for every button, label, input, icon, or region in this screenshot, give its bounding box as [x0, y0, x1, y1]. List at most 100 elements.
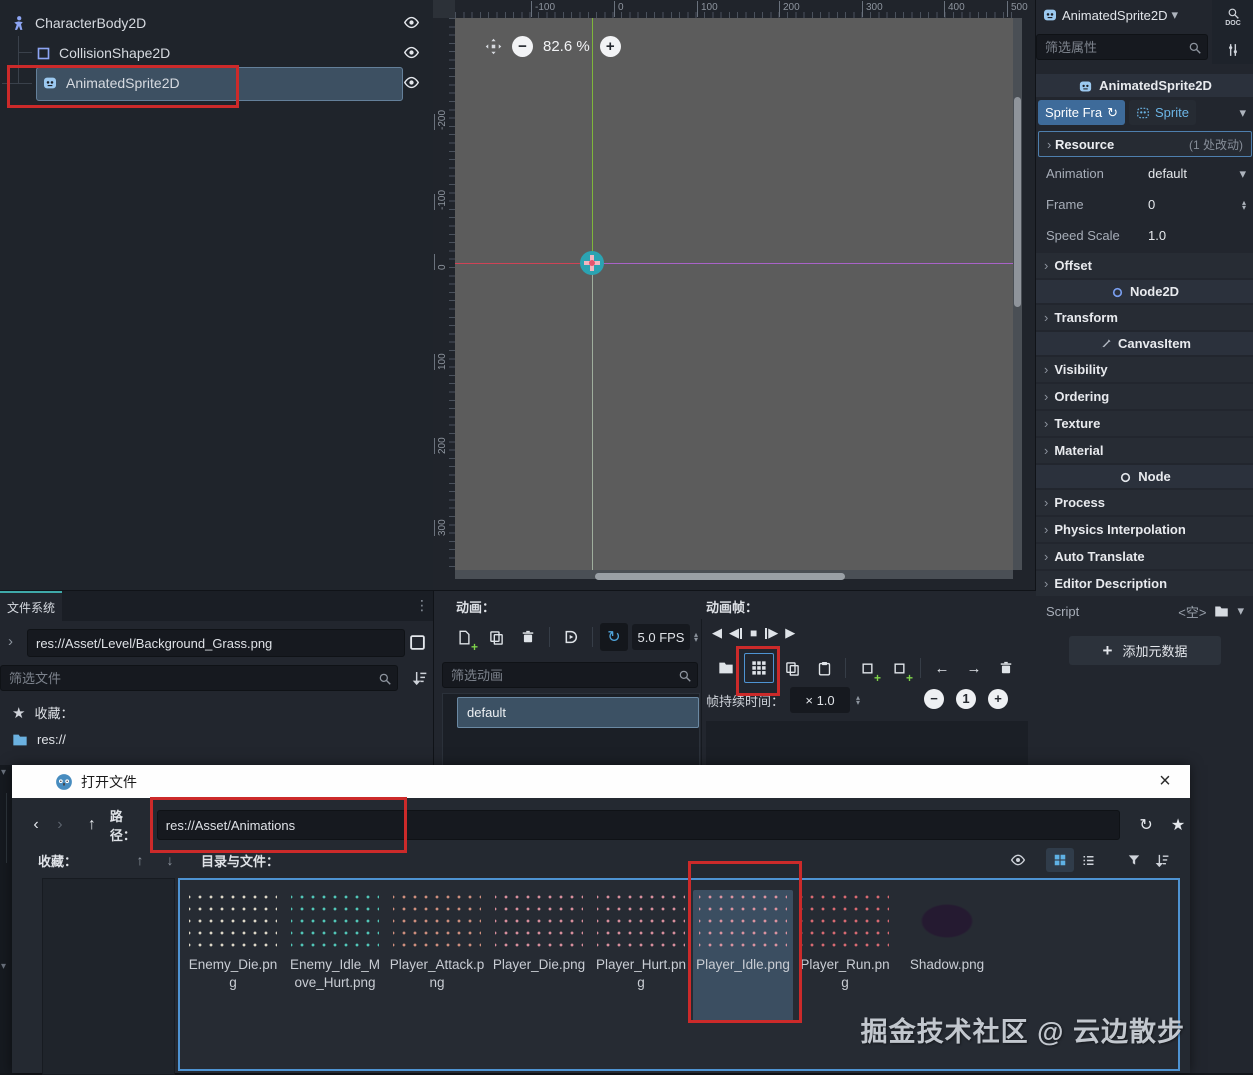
add-animation-icon[interactable]: +	[450, 623, 478, 653]
section-visibility[interactable]: › Visibility	[1036, 357, 1253, 382]
toggle-hidden-files-icon[interactable]	[1004, 848, 1032, 872]
file-item[interactable]: Player_Attack.png	[387, 890, 487, 992]
zoom-percentage[interactable]: 82.6 %	[543, 38, 590, 55]
move-frame-right-icon[interactable]: →	[960, 654, 988, 682]
file-item-selected[interactable]: Player_Idle.png	[693, 890, 793, 1022]
grid-view-icon[interactable]	[1046, 848, 1074, 872]
filter-funnel-icon[interactable]	[1120, 848, 1148, 872]
paste-frame-icon[interactable]	[810, 654, 838, 682]
speed-scale-value[interactable]: 1.0	[1148, 228, 1166, 243]
split-view-icon[interactable]	[409, 634, 426, 651]
file-item[interactable]: Enemy_Idle_Move_Hurt.png	[285, 890, 385, 992]
canvas-2d[interactable]: − 82.6 % +	[455, 18, 1013, 570]
loop-animation-icon[interactable]: ↻	[600, 623, 628, 651]
tree-row-characterbody2d[interactable]: CharacterBody2D	[0, 8, 433, 38]
file-item[interactable]: Shadow.png	[897, 890, 997, 974]
fps-spinner-icon[interactable]: ▴ ▾	[694, 631, 698, 644]
nav-up-icon[interactable]: ↑	[80, 816, 104, 834]
tree-row-collisionshape2d[interactable]: CollisionShape2D	[0, 38, 433, 68]
close-icon[interactable]: ×	[1154, 770, 1176, 793]
sort-icon[interactable]	[1148, 848, 1176, 872]
delete-animation-icon[interactable]	[514, 623, 542, 651]
tab-filesystem[interactable]: 文件系统	[0, 591, 62, 621]
play-backwards-button[interactable]: ◀	[712, 625, 722, 641]
node-position-gizmo[interactable]	[580, 251, 604, 275]
visibility-eye-icon[interactable]	[403, 44, 420, 61]
play-button[interactable]: ▶	[785, 625, 795, 641]
current-path-input[interactable]	[27, 629, 405, 657]
stop-button[interactable]: ■	[750, 626, 757, 640]
frame-duration-field[interactable]: × 1.0	[790, 687, 851, 713]
center-view-icon[interactable]	[485, 38, 502, 55]
move-frame-left-icon[interactable]: ←	[928, 654, 956, 682]
frames-zoom-reset-button[interactable]: 1	[956, 689, 976, 709]
file-item[interactable]: Enemy_Die.png	[183, 890, 283, 992]
add-metadata-button[interactable]: + 添加元数据	[1069, 636, 1221, 665]
dock-options-icon[interactable]: ⋮	[415, 597, 429, 614]
play-backwards-from-end-button[interactable]: ◀	[729, 625, 743, 641]
visibility-eye-icon[interactable]	[403, 14, 420, 31]
animation-list-item-default[interactable]: default	[457, 697, 699, 728]
zoom-in-button[interactable]: +	[599, 36, 621, 57]
section-texture[interactable]: › Texture	[1036, 411, 1253, 436]
play-from-start-button[interactable]: ▶	[764, 625, 778, 641]
tree-row-animatedsprite2d[interactable]: AnimatedSprite2D	[0, 68, 433, 98]
spinner-icon[interactable]: ▴ ▾	[1242, 198, 1246, 211]
insert-frame-before-icon[interactable]: +	[853, 654, 881, 684]
section-physics-interpolation[interactable]: › Physics Interpolation	[1036, 517, 1253, 542]
nav-forward-icon[interactable]: ›	[48, 816, 72, 834]
copy-frame-icon[interactable]	[778, 654, 806, 682]
load-frame-icon[interactable]	[712, 654, 740, 682]
expand-chevron-icon[interactable]: ›	[8, 633, 13, 650]
frame-value[interactable]: 0	[1148, 197, 1155, 212]
insert-frame-after-icon[interactable]: +	[885, 654, 913, 684]
list-view-icon[interactable]	[1074, 848, 1102, 872]
file-item[interactable]: Player_Hurt.png	[591, 890, 691, 992]
nav-back-icon[interactable]: ‹	[24, 816, 48, 834]
refresh-icon[interactable]: ↻	[1134, 815, 1158, 835]
script-value[interactable]: <空>	[1178, 602, 1206, 621]
section-ordering[interactable]: › Ordering	[1036, 384, 1253, 409]
favorite-down-icon[interactable]: ↓	[155, 852, 185, 868]
section-editor-description[interactable]: › Editor Description	[1036, 571, 1253, 596]
duration-spinner-icon[interactable]: ▴ ▾	[856, 694, 860, 707]
section-offset[interactable]: › Offset	[1036, 253, 1253, 278]
dialog-path-input[interactable]	[156, 810, 1121, 840]
chevron-down-icon[interactable]: ▾	[1237, 603, 1244, 619]
filter-files-input[interactable]	[0, 665, 398, 691]
node-selector[interactable]: AnimatedSprite2D ▾	[1036, 0, 1212, 30]
sprite-frames-resource-button[interactable]: Sprite Fra ↻	[1038, 100, 1125, 125]
dialog-title-bar[interactable]: 打开文件 ×	[12, 765, 1190, 798]
file-item[interactable]: Player_Run.png	[795, 890, 895, 992]
root-folder-row[interactable]: res://	[12, 731, 66, 748]
open-docs-icon[interactable]: DOC	[1225, 7, 1241, 27]
resource-section-header[interactable]: › Resource (1 处改动)	[1038, 131, 1252, 157]
visibility-eye-icon[interactable]	[403, 74, 420, 91]
filter-properties-input[interactable]	[1036, 34, 1208, 60]
file-item[interactable]: Player_Die.png	[489, 890, 589, 974]
dialog-favorites-panel[interactable]	[42, 878, 175, 1075]
sprite-resource-button[interactable]: Sprite	[1128, 100, 1196, 125]
duplicate-animation-icon[interactable]	[482, 623, 510, 651]
extra-options-icon[interactable]	[1226, 41, 1240, 57]
add-frames-from-sheet-icon[interactable]	[744, 653, 774, 683]
folder-icon[interactable]	[1214, 603, 1229, 619]
section-auto-translate[interactable]: › Auto Translate	[1036, 544, 1253, 569]
chevron-down-icon[interactable]: ▾	[1239, 105, 1246, 121]
filter-animations-input[interactable]	[442, 662, 698, 688]
frames-zoom-in-button[interactable]: +	[988, 689, 1008, 709]
viewport-vertical-scrollbar[interactable]	[1013, 18, 1022, 570]
frames-grid-area[interactable]	[706, 721, 1028, 769]
viewport-horizontal-scrollbar[interactable]	[455, 570, 1013, 580]
favorite-star-icon[interactable]: ★	[1166, 815, 1190, 835]
fps-field[interactable]: 5.0 FPS	[632, 624, 690, 650]
frames-zoom-out-button[interactable]: −	[924, 689, 944, 709]
zoom-out-button[interactable]: −	[512, 36, 533, 57]
sort-files-icon[interactable]	[412, 669, 428, 686]
favorite-up-icon[interactable]: ↑	[125, 852, 155, 868]
section-transform[interactable]: › Transform	[1036, 305, 1253, 330]
chevron-down-icon[interactable]: ▾	[1239, 166, 1246, 182]
delete-frame-icon[interactable]	[992, 654, 1020, 682]
section-process[interactable]: › Process	[1036, 490, 1253, 515]
section-material[interactable]: › Material	[1036, 438, 1253, 463]
